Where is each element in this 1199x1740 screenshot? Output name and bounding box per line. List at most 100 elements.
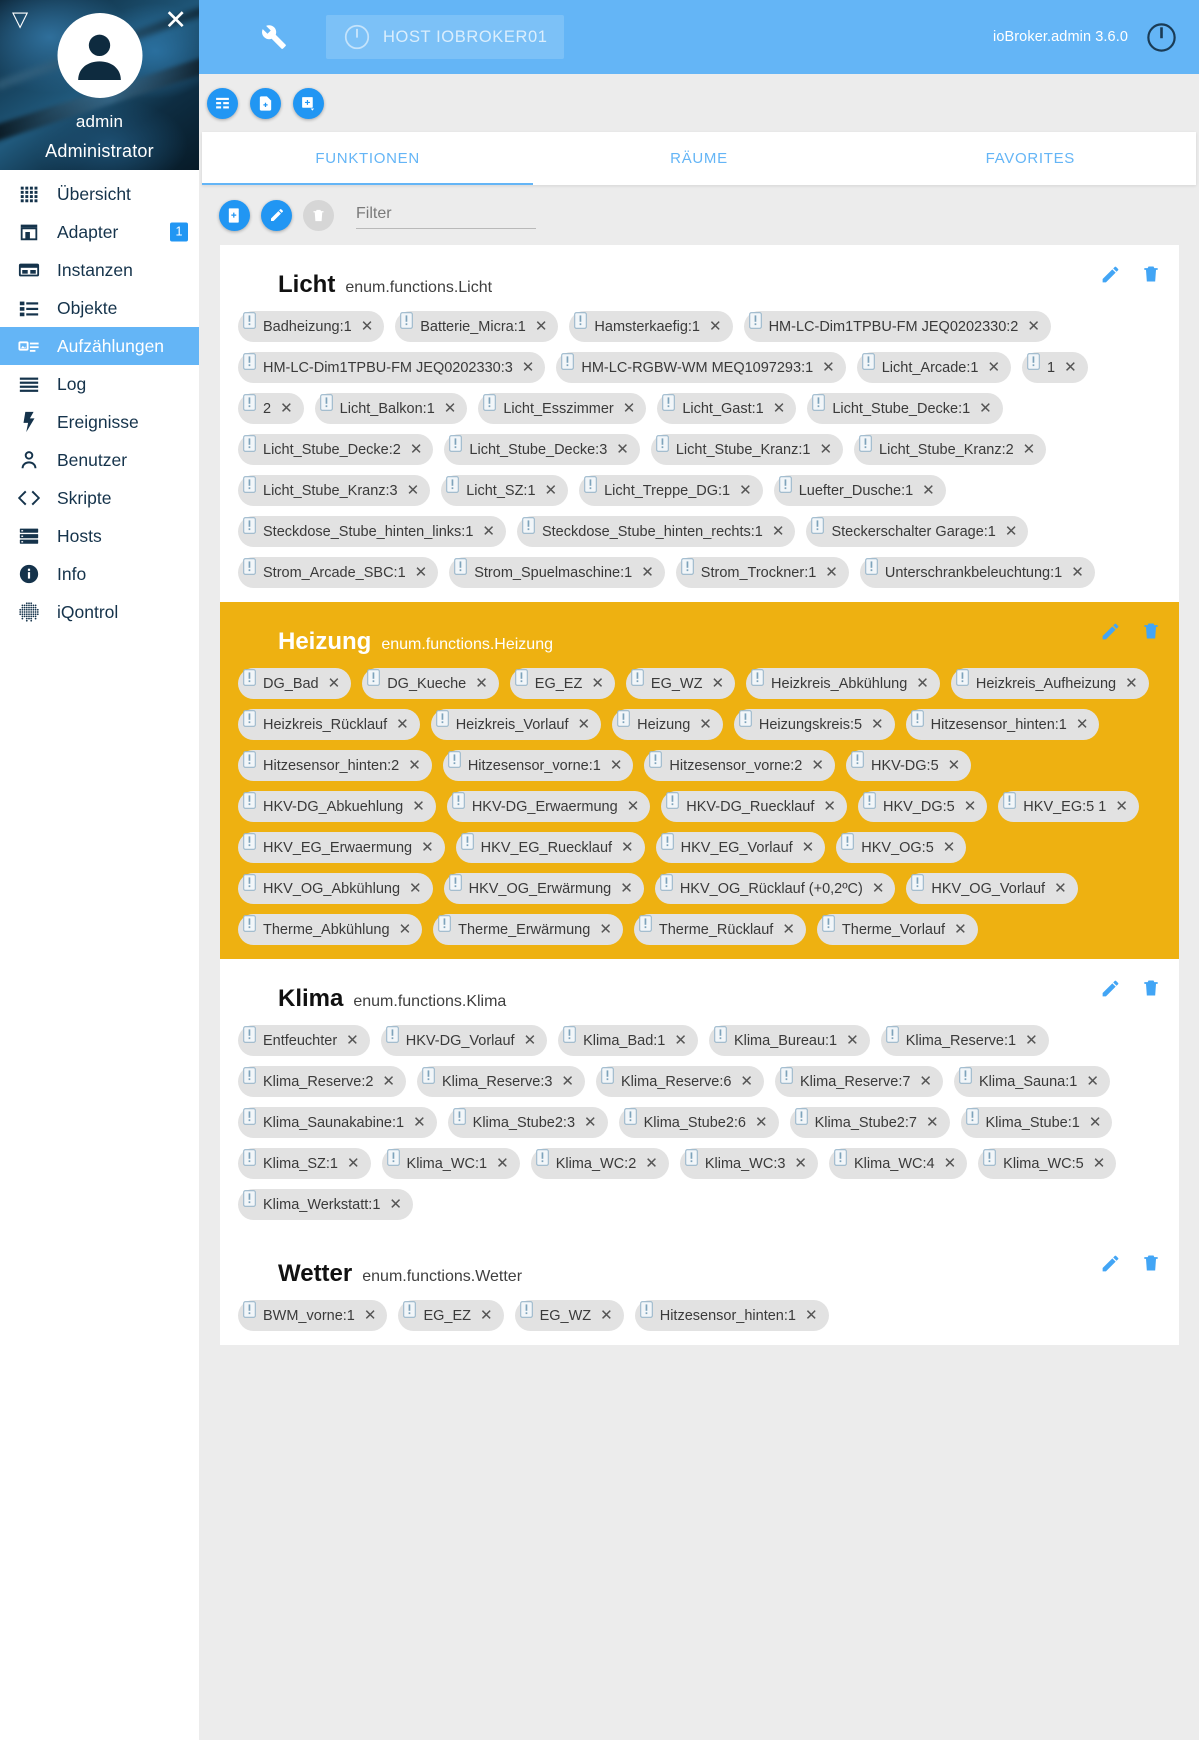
remove-member-icon[interactable]: ✕ <box>964 799 984 814</box>
pencil-icon[interactable] <box>1100 264 1121 285</box>
member-chip[interactable]: EG_WZ ✕ <box>514 1300 624 1331</box>
remove-member-icon[interactable]: ✕ <box>1093 1156 1113 1171</box>
remove-member-icon[interactable]: ✕ <box>944 1156 964 1171</box>
pencil-icon[interactable] <box>261 199 292 231</box>
remove-member-icon[interactable]: ✕ <box>1005 524 1025 539</box>
member-chip[interactable]: DG_Kueche ✕ <box>362 668 499 699</box>
remove-member-icon[interactable]: ✕ <box>819 442 839 457</box>
member-chip[interactable]: Klima_Reserve:3 ✕ <box>417 1066 585 1097</box>
member-chip[interactable]: Heizkreis_Aufheizung ✕ <box>950 668 1149 699</box>
file-add-icon[interactable] <box>250 87 281 119</box>
remove-member-icon[interactable]: ✕ <box>926 1115 946 1130</box>
member-chip[interactable]: Klima_Reserve:7 ✕ <box>775 1066 943 1097</box>
remove-member-icon[interactable]: ✕ <box>396 717 416 732</box>
member-chip[interactable]: EG_EZ ✕ <box>509 668 615 699</box>
add-enum-icon[interactable] <box>219 199 250 231</box>
remove-member-icon[interactable]: ✕ <box>916 676 936 691</box>
remove-member-icon[interactable]: ✕ <box>496 1156 516 1171</box>
member-chip[interactable]: HKV-DG:5 ✕ <box>845 750 972 781</box>
member-chip[interactable]: DG_Bad ✕ <box>238 668 352 699</box>
wrench-icon[interactable] <box>261 24 287 50</box>
member-chip[interactable]: Klima_Stube2:6 ✕ <box>618 1107 779 1138</box>
member-chip[interactable]: Klima_Stube2:3 ✕ <box>447 1107 608 1138</box>
remove-member-icon[interactable]: ✕ <box>979 401 999 416</box>
member-chip[interactable]: Klima_Stube2:7 ✕ <box>789 1107 950 1138</box>
remove-member-icon[interactable]: ✕ <box>616 442 636 457</box>
remove-member-icon[interactable]: ✕ <box>421 840 441 855</box>
host-selector[interactable]: HOST IOBROKER01 <box>326 15 564 59</box>
remove-member-icon[interactable]: ✕ <box>755 1115 775 1130</box>
remove-member-icon[interactable]: ✕ <box>825 565 845 580</box>
remove-member-icon[interactable]: ✕ <box>599 922 619 937</box>
sidebar-item-iqontrol[interactable]: iQontrol <box>0 593 199 631</box>
member-chip[interactable]: Licht_Stube_Kranz:1 ✕ <box>650 434 844 465</box>
member-chip[interactable]: BWM_vorne:1 ✕ <box>238 1300 388 1331</box>
member-chip[interactable]: HKV_OG_Abkühlung ✕ <box>238 873 433 904</box>
member-chip[interactable]: HKV_OG:5 ✕ <box>836 832 967 863</box>
close-icon[interactable]: ✕ <box>164 7 187 34</box>
member-chip[interactable]: Heizkreis_Rücklauf ✕ <box>238 709 420 740</box>
member-chip[interactable]: 2 ✕ <box>238 393 304 424</box>
remove-member-icon[interactable]: ✕ <box>645 1156 665 1171</box>
member-chip[interactable]: Klima_Reserve:6 ✕ <box>596 1066 764 1097</box>
member-chip[interactable]: Strom_Arcade_SBC:1 ✕ <box>238 557 439 588</box>
member-chip[interactable]: EG_WZ ✕ <box>625 668 736 699</box>
member-chip[interactable]: Licht_Stube_Decke:1 ✕ <box>807 393 1003 424</box>
member-chip[interactable]: Heizungskreis:5 ✕ <box>733 709 895 740</box>
remove-member-icon[interactable]: ✕ <box>413 1115 433 1130</box>
member-chip[interactable]: Steckdose_Stube_hinten_rechts:1 ✕ <box>516 516 796 547</box>
member-chip[interactable]: Hitzesensor_vorne:1 ✕ <box>442 750 634 781</box>
member-chip[interactable]: Steckerschalter Garage:1 ✕ <box>806 516 1029 547</box>
trash-icon[interactable] <box>1141 264 1161 285</box>
remove-member-icon[interactable]: ✕ <box>641 565 661 580</box>
member-chip[interactable]: HKV_EG_Erwaermung ✕ <box>238 832 445 863</box>
member-chip[interactable]: Licht_Gast:1 ✕ <box>657 393 797 424</box>
member-chip[interactable]: Heizkreis_Vorlauf ✕ <box>430 709 602 740</box>
remove-member-icon[interactable]: ✕ <box>1023 442 1043 457</box>
sidebar-item--bersicht[interactable]: Übersicht <box>0 175 199 213</box>
member-chip[interactable]: Steckdose_Stube_hinten_links:1 ✕ <box>238 516 506 547</box>
remove-member-icon[interactable]: ✕ <box>600 1308 620 1323</box>
member-chip[interactable]: EG_EZ ✕ <box>398 1300 504 1331</box>
member-chip[interactable]: Strom_Trockner:1 ✕ <box>675 557 849 588</box>
member-chip[interactable]: Klima_Bureau:1 ✕ <box>708 1025 870 1056</box>
member-chip[interactable]: Klima_SZ:1 ✕ <box>238 1148 371 1179</box>
remove-member-icon[interactable]: ✕ <box>709 319 729 334</box>
remove-member-icon[interactable]: ✕ <box>409 881 429 896</box>
sidebar-item-info[interactable]: Info <box>0 555 199 593</box>
remove-member-icon[interactable]: ✕ <box>561 1074 581 1089</box>
sidebar-item-log[interactable]: Log <box>0 365 199 403</box>
member-chip[interactable]: HKV_EG_Vorlauf ✕ <box>655 832 826 863</box>
trash-icon[interactable] <box>303 199 334 231</box>
remove-member-icon[interactable]: ✕ <box>328 676 348 691</box>
sidebar-item-hosts[interactable]: Hosts <box>0 517 199 555</box>
sidebar-item-aufz-hlungen[interactable]: Aufzählungen <box>0 327 199 365</box>
member-chip[interactable]: Licht_Stube_Kranz:3 ✕ <box>238 475 431 506</box>
remove-member-icon[interactable]: ✕ <box>954 922 974 937</box>
remove-member-icon[interactable]: ✕ <box>482 524 502 539</box>
member-chip[interactable]: Heizkreis_Abkühlung ✕ <box>746 668 940 699</box>
member-chip[interactable]: HKV_OG_Erwärmung ✕ <box>443 873 644 904</box>
remove-member-icon[interactable]: ✕ <box>805 1308 825 1323</box>
pencil-icon[interactable] <box>1100 978 1121 999</box>
member-chip[interactable]: Hitzesensor_hinten:1 ✕ <box>905 709 1100 740</box>
remove-member-icon[interactable]: ✕ <box>621 840 641 855</box>
remove-member-icon[interactable]: ✕ <box>1054 881 1074 896</box>
member-chip[interactable]: Therme_Erwärmung ✕ <box>433 914 623 945</box>
remove-member-icon[interactable]: ✕ <box>444 401 464 416</box>
avatar[interactable] <box>57 13 142 98</box>
remove-member-icon[interactable]: ✕ <box>410 442 430 457</box>
remove-member-icon[interactable]: ✕ <box>545 483 565 498</box>
sidebar-item-objekte[interactable]: Objekte <box>0 289 199 327</box>
member-chip[interactable]: Unterschrankbeleuchtung:1 ✕ <box>859 557 1095 588</box>
remove-member-icon[interactable]: ✕ <box>1076 717 1096 732</box>
sidebar-item-skripte[interactable]: Skripte <box>0 479 199 517</box>
tab-räume[interactable]: RÄUME <box>533 132 864 185</box>
member-chip[interactable]: Hitzesensor_hinten:1 ✕ <box>634 1300 829 1331</box>
remove-member-icon[interactable]: ✕ <box>773 401 793 416</box>
member-chip[interactable]: Heizung ✕ <box>612 709 723 740</box>
list-add-icon[interactable] <box>207 87 238 119</box>
remove-member-icon[interactable]: ✕ <box>846 1033 866 1048</box>
member-chip[interactable]: Klima_WC:5 ✕ <box>978 1148 1117 1179</box>
remove-member-icon[interactable]: ✕ <box>578 717 598 732</box>
